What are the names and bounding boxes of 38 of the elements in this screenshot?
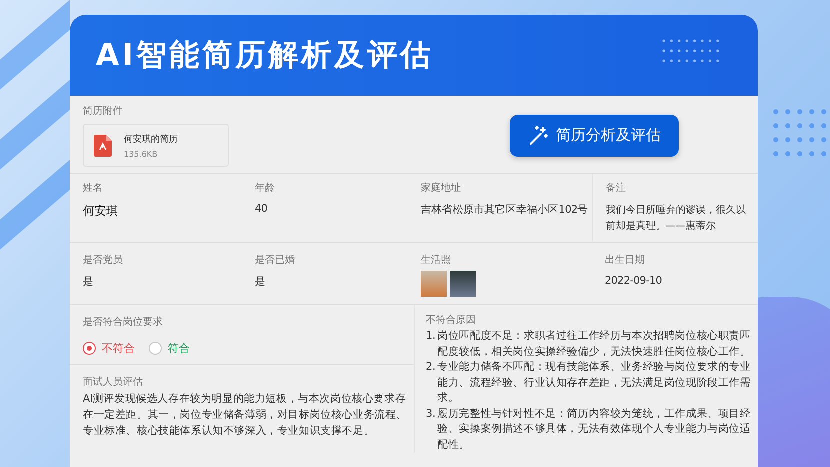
file-name: 何安琪的简历 <box>124 134 178 146</box>
file-size: 135.6KB <box>124 150 159 158</box>
page-title: AI智能简历解析及评估 <box>96 37 434 75</box>
file-attachment[interactable]: 何安琪的简历 135.6KB <box>83 124 229 167</box>
reason-text: 专业能力储备不匹配：现有技能体系、业务经验与岗位要求的专业能力、流程经验、行业认知存在差距，无法满足岗位现阶段工作需求。 <box>438 360 752 406</box>
field-label: 姓名 <box>83 182 104 195</box>
field-label: 生活照 <box>421 254 452 267</box>
field-label: 年龄 <box>255 182 276 195</box>
photo-placeholder[interactable] <box>450 271 476 297</box>
list-number: 3. <box>426 406 436 422</box>
field-value: 是 <box>255 275 267 289</box>
field-label: 面试人员评估 <box>83 376 144 389</box>
reason-text: 履历完整性与针对性不足：简历内容较为笼统，工作成果、项目经验、实操案例描述不够具体，无法有效体现个人专业能力与岗位适配性。 <box>438 406 752 452</box>
list-number: 2. <box>426 360 436 375</box>
field-label: 是否已婚 <box>255 254 296 267</box>
field-value: 2022-09-10 <box>605 275 664 287</box>
field-value: 是 <box>83 275 95 289</box>
photo-placeholder[interactable] <box>421 271 447 297</box>
field-label: 备注 <box>606 182 627 195</box>
evaluation-text: AI测评发现候选人存在较为明显的能力短板，与本次岗位核心要求存在一定差距。其一，岗位专业储备薄弱，对目标岗位核心业务流程、专业标准、核心技能体系认知不够深入，专业知识支撑不足。 <box>83 392 408 439</box>
radio-option[interactable]: 不符合 <box>83 341 135 356</box>
field-label: 简历附件 <box>83 105 124 118</box>
list-number: 1. <box>426 329 436 344</box>
field-label: 出生日期 <box>605 254 646 267</box>
field-label: 不符合原因 <box>426 314 477 327</box>
analyze-button[interactable]: 简历分析及评估 <box>510 114 679 156</box>
field-value: 我们今日所唾弃的谬误，很久以前却是真理。——惠蒂尔 <box>606 204 747 234</box>
magic-wand-icon <box>528 126 548 146</box>
field-value: 何安琪 <box>83 203 119 220</box>
field-value: 40 <box>255 203 269 215</box>
dot-grid-drawing <box>662 39 720 65</box>
radio-option[interactable]: 符合 <box>149 341 190 356</box>
field-label: 家庭地址 <box>421 182 462 195</box>
reason-text: 岗位匹配度不足：求职者过往工作经历与本次招聘岗位核心职责匹配度较低，相关岗位实操经验偏少，无法快速胜任岗位核心工作。 <box>438 329 752 360</box>
pdf-file-icon <box>94 134 112 156</box>
field-value: 吉林省松原市其它区幸福小区102号 <box>421 203 590 217</box>
field-label: 是否符合岗位要求 <box>83 316 164 329</box>
field-label: 是否党员 <box>83 254 124 267</box>
